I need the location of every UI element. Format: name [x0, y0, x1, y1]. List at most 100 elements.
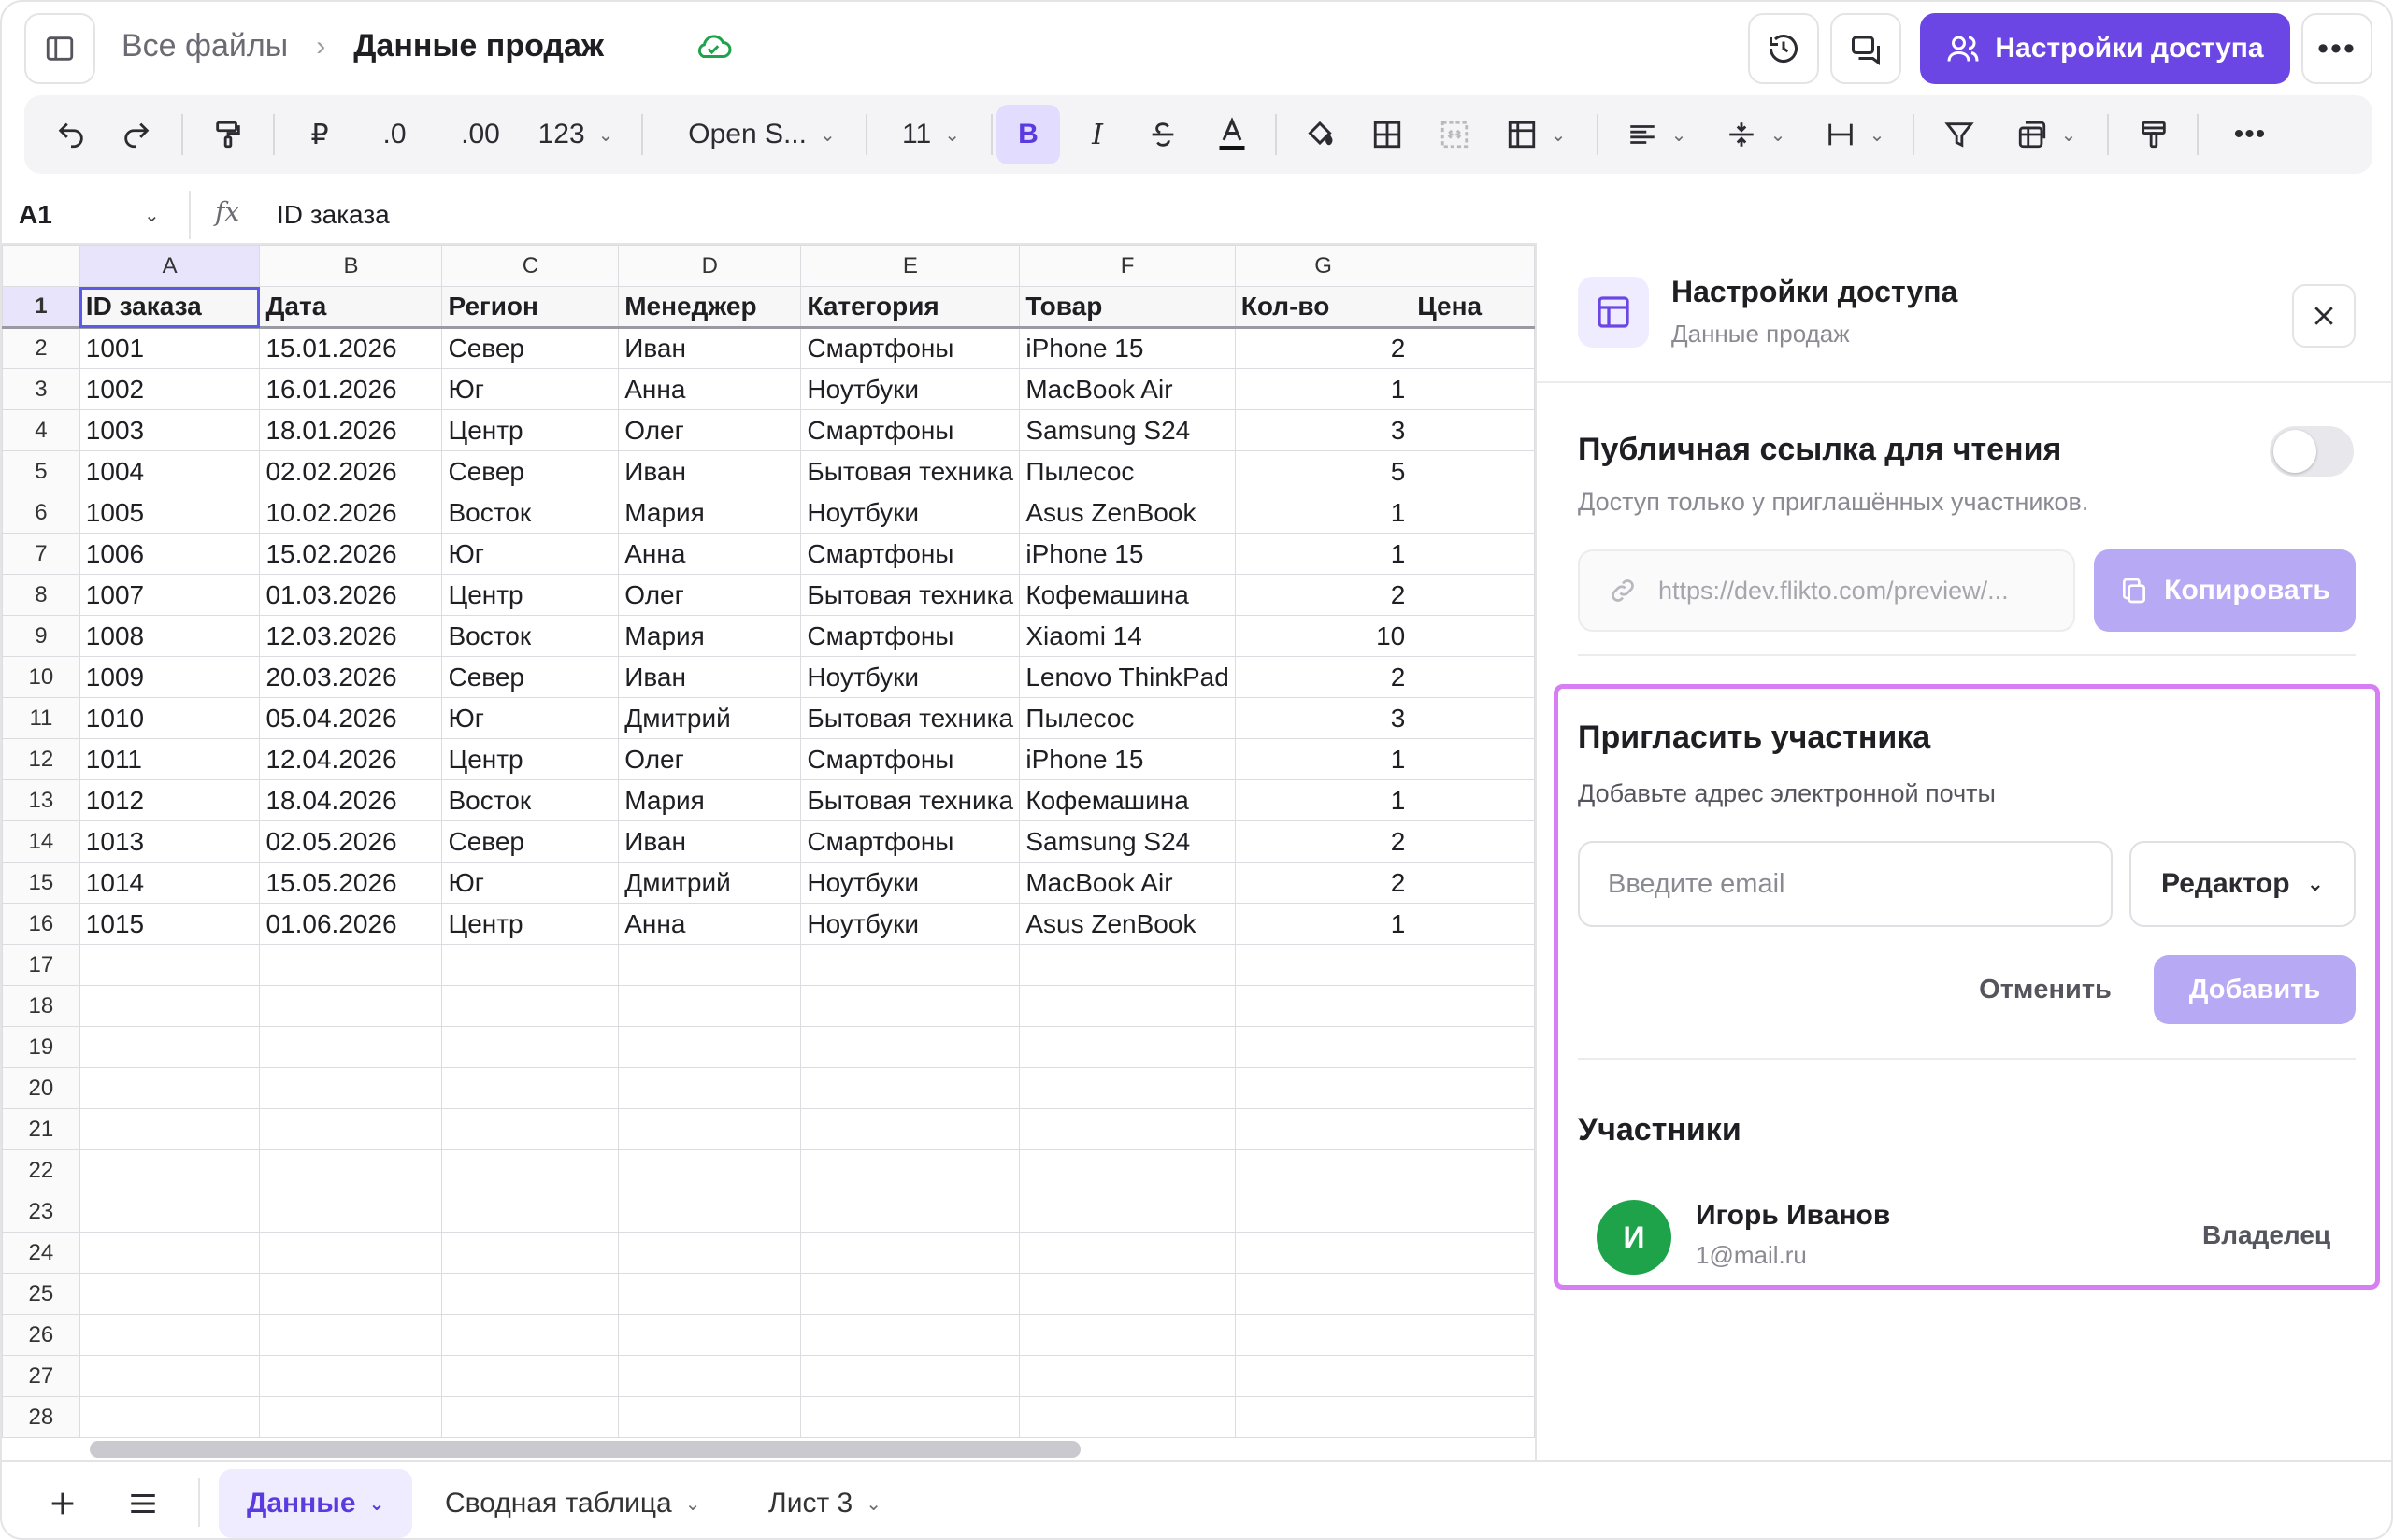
cell[interactable]: Ноутбуки [800, 903, 1021, 945]
cell[interactable]: Мария [618, 779, 802, 821]
decrease-decimals-button[interactable]: .0 [365, 95, 424, 174]
cell[interactable] [1411, 368, 1535, 410]
cell[interactable]: Дата [259, 286, 443, 329]
comments-button[interactable] [1830, 13, 1901, 84]
cell[interactable] [1019, 985, 1236, 1027]
cell[interactable]: iPhone 15 [1019, 327, 1236, 369]
cell[interactable]: 02.05.2026 [259, 820, 443, 863]
cell[interactable]: 1008 [79, 615, 261, 657]
cell[interactable]: 1001 [79, 327, 261, 369]
cell[interactable] [1234, 1108, 1412, 1150]
chevron-down-icon[interactable]: ⌄ [144, 204, 160, 227]
cell[interactable]: Менеджер [618, 286, 802, 329]
cell[interactable]: MacBook Air [1019, 862, 1236, 904]
cell[interactable]: 02.02.2026 [259, 450, 443, 492]
cell[interactable]: 1 [1234, 492, 1412, 534]
cell[interactable]: Мария [618, 492, 802, 534]
cell[interactable]: Кофемашина [1019, 574, 1236, 616]
cell[interactable]: Asus ZenBook [1019, 492, 1236, 534]
italic-button[interactable]: I [1069, 95, 1125, 174]
cell[interactable] [259, 944, 443, 986]
cell[interactable] [441, 1396, 620, 1438]
cell[interactable] [800, 1149, 1021, 1191]
horizontal-scrollbar[interactable] [90, 1441, 1081, 1458]
cell[interactable]: Север [441, 820, 620, 863]
cell[interactable] [1019, 1149, 1236, 1191]
cell[interactable]: 10 [1234, 615, 1412, 657]
cell[interactable]: ID заказа [79, 286, 261, 329]
cell[interactable]: 5 [1234, 450, 1412, 492]
cell[interactable]: Ноутбуки [800, 656, 1021, 698]
more-menu-button[interactable]: ••• [2301, 13, 2372, 84]
cell[interactable] [1234, 985, 1412, 1027]
cell[interactable] [441, 1232, 620, 1274]
cell[interactable] [1411, 533, 1535, 575]
cell[interactable]: Дмитрий [618, 862, 802, 904]
cell[interactable] [1234, 1314, 1412, 1356]
cell[interactable] [618, 1067, 802, 1109]
cell[interactable]: 1005 [79, 492, 261, 534]
cell[interactable]: Ноутбуки [800, 492, 1021, 534]
cell[interactable] [618, 1026, 802, 1068]
cell[interactable]: 1015 [79, 903, 261, 945]
sidebar-toggle-button[interactable] [24, 13, 95, 84]
column-header[interactable]: A [79, 245, 261, 287]
row-header[interactable]: 6 [2, 492, 80, 534]
cell[interactable] [259, 1067, 443, 1109]
role-select[interactable]: Редактор ⌄ [2129, 841, 2356, 927]
cell[interactable] [1411, 1355, 1535, 1397]
cell[interactable]: Ноутбуки [800, 862, 1021, 904]
cell[interactable] [441, 985, 620, 1027]
cell[interactable] [79, 1314, 261, 1356]
cell[interactable]: 16.01.2026 [259, 368, 443, 410]
cell[interactable]: 1010 [79, 697, 261, 739]
column-header[interactable]: D [618, 245, 802, 287]
row-header[interactable]: 2 [2, 327, 80, 369]
cell[interactable] [441, 1314, 620, 1356]
cell[interactable] [1411, 574, 1535, 616]
row-header[interactable]: 27 [2, 1355, 80, 1397]
cell[interactable] [618, 1273, 802, 1315]
cell[interactable]: 12.04.2026 [259, 738, 443, 780]
close-panel-button[interactable] [2292, 284, 2356, 348]
cell[interactable] [1019, 1232, 1236, 1274]
row-header[interactable]: 21 [2, 1108, 80, 1150]
cell[interactable]: 1 [1234, 533, 1412, 575]
cell[interactable]: 1014 [79, 862, 261, 904]
cell[interactable] [79, 944, 261, 986]
cell[interactable] [618, 1396, 802, 1438]
cell[interactable]: 1011 [79, 738, 261, 780]
cell[interactable]: Олег [618, 574, 802, 616]
copy-link-button[interactable]: Копировать [2094, 549, 2356, 632]
column-header[interactable]: C [441, 245, 620, 287]
row-header[interactable]: 3 [2, 368, 80, 410]
cell[interactable]: Смартфоны [800, 327, 1021, 369]
cell[interactable] [259, 1026, 443, 1068]
cell[interactable] [79, 985, 261, 1027]
select-all-corner[interactable] [2, 245, 80, 287]
cell[interactable]: Смартфоны [800, 738, 1021, 780]
cell[interactable]: Lenovo ThinkPad [1019, 656, 1236, 698]
row-header[interactable]: 26 [2, 1314, 80, 1356]
cell[interactable]: Центр [441, 574, 620, 616]
toolbar-more-button[interactable]: ••• [2217, 95, 2283, 174]
row-header[interactable]: 24 [2, 1232, 80, 1274]
row-header[interactable]: 18 [2, 985, 80, 1027]
cell[interactable] [441, 1108, 620, 1150]
cell[interactable] [441, 1149, 620, 1191]
column-header[interactable]: B [259, 245, 443, 287]
cell[interactable] [1411, 409, 1535, 451]
row-header[interactable]: 17 [2, 944, 80, 986]
cell[interactable] [800, 1396, 1021, 1438]
clear-format-button[interactable] [2126, 95, 2182, 174]
font-size-dropdown[interactable]: 11 ⌄ [884, 95, 978, 174]
cell[interactable]: 15.01.2026 [259, 327, 443, 369]
row-header[interactable]: 19 [2, 1026, 80, 1068]
cell[interactable] [618, 1314, 802, 1356]
cell[interactable]: Пылесос [1019, 450, 1236, 492]
cell[interactable]: Иван [618, 327, 802, 369]
cell[interactable]: 1002 [79, 368, 261, 410]
cell[interactable]: Смартфоны [800, 820, 1021, 863]
cell[interactable] [1411, 1067, 1535, 1109]
cell[interactable]: Иван [618, 656, 802, 698]
